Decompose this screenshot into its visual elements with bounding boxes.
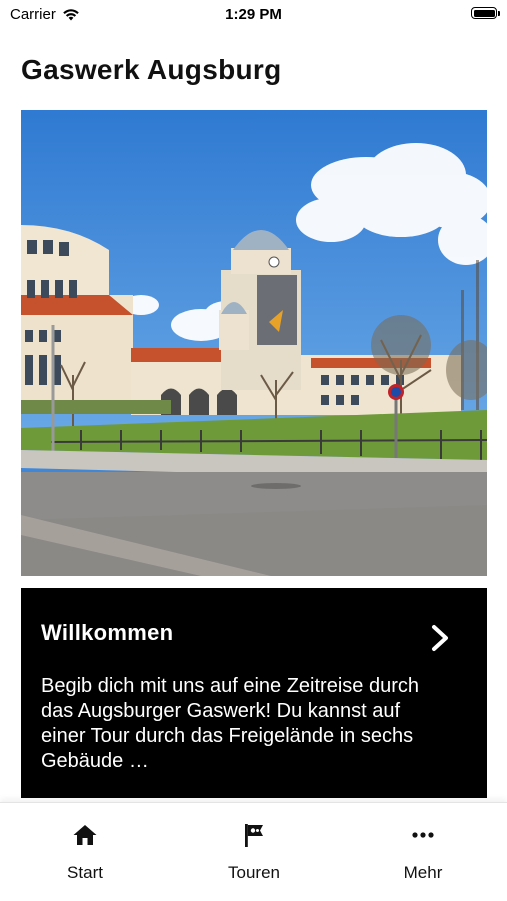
- gaswerk-photo: [21, 110, 487, 576]
- flag-icon: [245, 824, 263, 847]
- battery-icon: [471, 7, 500, 19]
- tab-start-label: Start: [67, 863, 103, 882]
- tab-bar: Start Touren Mehr: [0, 802, 507, 901]
- tab-start[interactable]: Start: [25, 821, 145, 883]
- chevron-right-icon[interactable]: [431, 624, 449, 652]
- clock: 1:29 PM: [225, 6, 282, 23]
- tab-touren[interactable]: Touren: [194, 821, 314, 883]
- page-title: Gaswerk Augsburg: [21, 54, 282, 85]
- status-bar: Carrier 1:29 PM: [0, 0, 507, 30]
- home-icon: [73, 825, 97, 845]
- hero-image: [21, 110, 487, 576]
- welcome-card-body: Begib dich mit uns auf eine Zeitreise du…: [41, 675, 419, 772]
- tab-touren-label: Touren: [228, 863, 280, 882]
- more-icon: [412, 832, 434, 838]
- tab-mehr[interactable]: Mehr: [363, 821, 483, 883]
- tab-mehr-label: Mehr: [403, 863, 443, 882]
- welcome-card[interactable]: Willkommen Begib dich mit uns auf eine Z…: [21, 588, 487, 798]
- welcome-card-title: Willkommen: [41, 620, 174, 645]
